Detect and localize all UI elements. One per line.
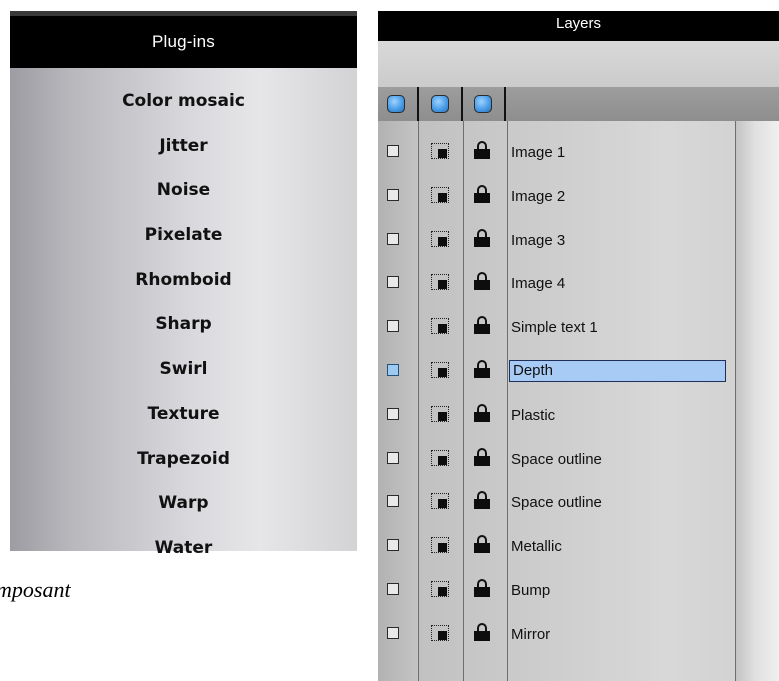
plugin-item[interactable]: Jitter	[159, 132, 207, 177]
layer-name[interactable]: Image 3	[511, 230, 565, 252]
header-divider	[504, 87, 506, 121]
selection-icon[interactable]	[431, 405, 449, 422]
plugins-list: Color mosaic Jitter Noise Pixelate Rhomboid S…	[10, 87, 357, 579]
plugin-item[interactable]: Warp	[158, 489, 208, 534]
plugin-item[interactable]: Sharp	[155, 310, 211, 355]
lock-icon[interactable]	[474, 141, 490, 159]
layer-row[interactable]: Metallic	[378, 525, 779, 569]
selection-icon[interactable]	[431, 318, 449, 335]
plugins-panel: Plug-ins Color mosaic Jitter Noise Pixelate…	[10, 11, 357, 558]
plugin-item[interactable]: Water	[155, 534, 213, 579]
visibility-checkbox[interactable]	[387, 626, 399, 639]
plugin-item[interactable]: Pixelate	[145, 221, 223, 266]
layers-column-header	[378, 87, 779, 121]
layer-name[interactable]: Mirror	[511, 624, 550, 646]
visibility-checkbox[interactable]	[387, 232, 399, 245]
lock-icon[interactable]	[474, 447, 490, 466]
layer-row[interactable]: Bump	[378, 569, 779, 613]
header-divider	[461, 87, 463, 121]
selection-icon[interactable]	[431, 274, 449, 291]
layer-name[interactable]: Depth	[509, 360, 726, 382]
plugin-item[interactable]: Noise	[157, 176, 210, 221]
layer-row[interactable]: Image 2	[378, 175, 779, 219]
layers-panel: Layers Image 1 Image 2 Image 3 Image 4 Simpl…	[378, 11, 779, 681]
visibility-checkbox[interactable]	[387, 583, 399, 595]
visibility-checkbox[interactable]	[387, 451, 399, 464]
layers-panel-title: Layers	[378, 11, 779, 41]
visibility-checkbox[interactable]	[387, 364, 399, 376]
visibility-checkbox[interactable]	[387, 495, 399, 508]
plugins-panel-title: Plug-ins	[10, 16, 357, 68]
layer-name[interactable]: Metallic	[511, 536, 562, 558]
selection-icon[interactable]	[431, 186, 449, 203]
layer-name[interactable]: Space outline	[511, 449, 602, 471]
visibility-checkbox[interactable]	[387, 276, 399, 289]
layers-list: Image 1 Image 2 Image 3 Image 4 Simple text …	[378, 121, 779, 681]
layer-name[interactable]: Plastic	[511, 405, 555, 427]
lock-icon[interactable]	[474, 184, 490, 203]
selection-icon[interactable]	[431, 624, 449, 641]
visibility-checkbox[interactable]	[387, 188, 399, 201]
show-all-icon[interactable]	[387, 95, 405, 113]
layer-row[interactable]: Image 1	[378, 131, 779, 175]
lock-icon[interactable]	[474, 272, 490, 291]
lock-icon[interactable]	[474, 360, 490, 378]
selection-icon[interactable]	[431, 230, 449, 247]
lock-all-icon[interactable]	[474, 95, 492, 113]
layer-name[interactable]: Image 4	[511, 273, 565, 295]
lock-icon[interactable]	[474, 403, 490, 422]
layer-row[interactable]: Mirror	[378, 613, 779, 657]
lock-icon[interactable]	[474, 579, 490, 597]
layer-row[interactable]: Simple text 1	[378, 306, 779, 350]
layer-name[interactable]: Bump	[511, 580, 550, 602]
visibility-checkbox[interactable]	[387, 539, 399, 552]
layer-name[interactable]: Image 1	[511, 142, 565, 164]
layer-row[interactable]: Image 3	[378, 219, 779, 263]
caption-text: mposant	[0, 577, 71, 602]
plugin-item[interactable]: Color mosaic	[122, 87, 245, 132]
selection-icon[interactable]	[431, 537, 449, 554]
plugin-item[interactable]: Texture	[148, 400, 220, 445]
selection-icon[interactable]	[431, 143, 449, 159]
selection-icon[interactable]	[431, 449, 449, 466]
plugin-item[interactable]: Rhomboid	[135, 266, 231, 311]
lock-icon[interactable]	[474, 622, 490, 641]
layer-row[interactable]: Plastic	[378, 394, 779, 438]
plugin-item[interactable]: Swirl	[160, 355, 208, 400]
selection-icon[interactable]	[431, 581, 449, 597]
selection-icon[interactable]	[431, 493, 449, 510]
selection-icon[interactable]	[431, 362, 449, 378]
layer-row[interactable]: Image 4	[378, 262, 779, 306]
lock-icon[interactable]	[474, 316, 490, 335]
layer-row[interactable]: Depth	[378, 350, 779, 394]
layer-name[interactable]: Image 2	[511, 186, 565, 208]
layer-row[interactable]: Space outline	[378, 438, 779, 482]
caption-fragment: mposant	[0, 575, 130, 615]
lock-icon[interactable]	[474, 228, 490, 247]
lock-icon[interactable]	[474, 535, 490, 554]
layer-name[interactable]: Simple text 1	[511, 317, 598, 339]
layer-row[interactable]: Space outline	[378, 481, 779, 525]
layer-name[interactable]: Space outline	[511, 492, 602, 514]
lock-icon[interactable]	[474, 491, 490, 510]
layers-toolbar	[378, 41, 779, 87]
header-divider	[417, 87, 419, 121]
visibility-checkbox[interactable]	[387, 407, 399, 420]
plugin-item[interactable]: Trapezoid	[137, 445, 230, 490]
visibility-checkbox[interactable]	[387, 145, 399, 157]
visibility-checkbox[interactable]	[387, 320, 399, 333]
select-all-icon[interactable]	[431, 95, 449, 113]
